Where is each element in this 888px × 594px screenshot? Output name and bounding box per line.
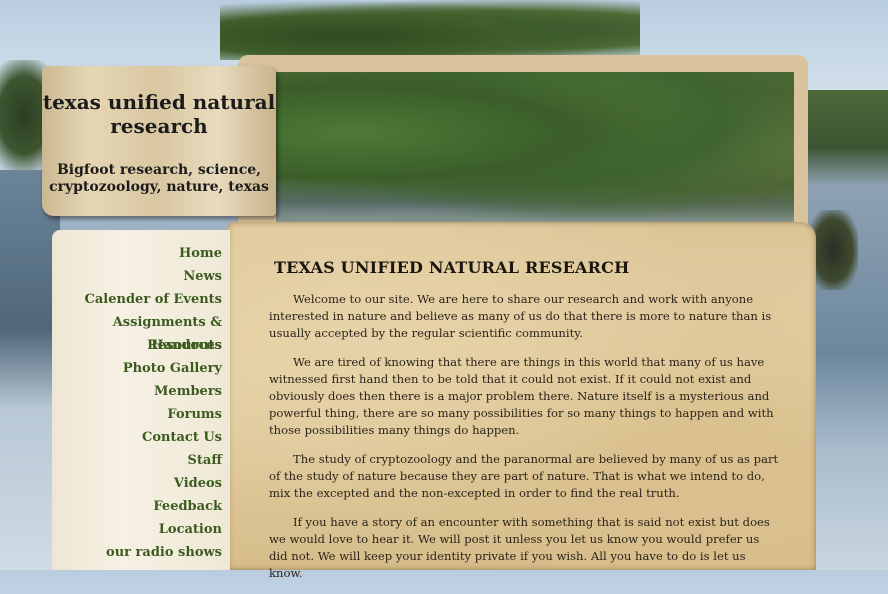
sidebar-nav: Home News Calender of Events Assignments… — [52, 230, 230, 570]
nav-item-photo-gallery[interactable]: Photo Gallery — [52, 357, 222, 380]
nav-item-videos[interactable]: Videos — [52, 472, 222, 495]
nav-item-calender-of-events[interactable]: Calender of Events — [52, 288, 222, 311]
intro-paragraph-4: If you have a story of an encounter with… — [269, 515, 770, 580]
site-tagline: Bigfoot research, science, cryptozoology… — [49, 162, 269, 195]
site-title: texas unified natural research — [42, 90, 276, 138]
main-content: TEXAS UNIFIED NATURAL RESEARCH Welcome t… — [269, 258, 781, 594]
nav-item-feedback[interactable]: Feedback — [52, 495, 222, 518]
intro-paragraph-2: We are tired of knowing that there are t… — [269, 355, 774, 437]
nav-item-resources[interactable]: Resources — [52, 334, 222, 357]
nav-item-staff[interactable]: Staff — [52, 449, 223, 472]
site-logo-plank[interactable]: texas unified natural research Bigfoot r… — [42, 66, 276, 216]
background-trees — [220, 0, 640, 60]
intro-paragraph-1: Welcome to our site. We are here to shar… — [269, 292, 772, 340]
nav-item-members[interactable]: Members — [52, 380, 222, 403]
intro-paragraph-3: The study of cryptozoology and the paran… — [269, 452, 779, 500]
nav-item-news[interactable]: News — [52, 265, 222, 288]
nav-item-radio-shows[interactable]: our radio shows — [52, 541, 222, 564]
nav-item-assignments-handouts[interactable]: Assignments & Handouts — [52, 311, 222, 353]
nav-item-home[interactable]: Home — [52, 242, 222, 265]
banner-photo — [276, 72, 794, 225]
page-heading: TEXAS UNIFIED NATURAL RESEARCH — [274, 258, 630, 277]
nav-item-contact-us[interactable]: Contact Us — [52, 426, 222, 449]
background-water-left — [0, 170, 60, 570]
nav-item-forums[interactable]: Forums — [52, 403, 222, 426]
nav-item-location[interactable]: Location — [52, 518, 222, 541]
